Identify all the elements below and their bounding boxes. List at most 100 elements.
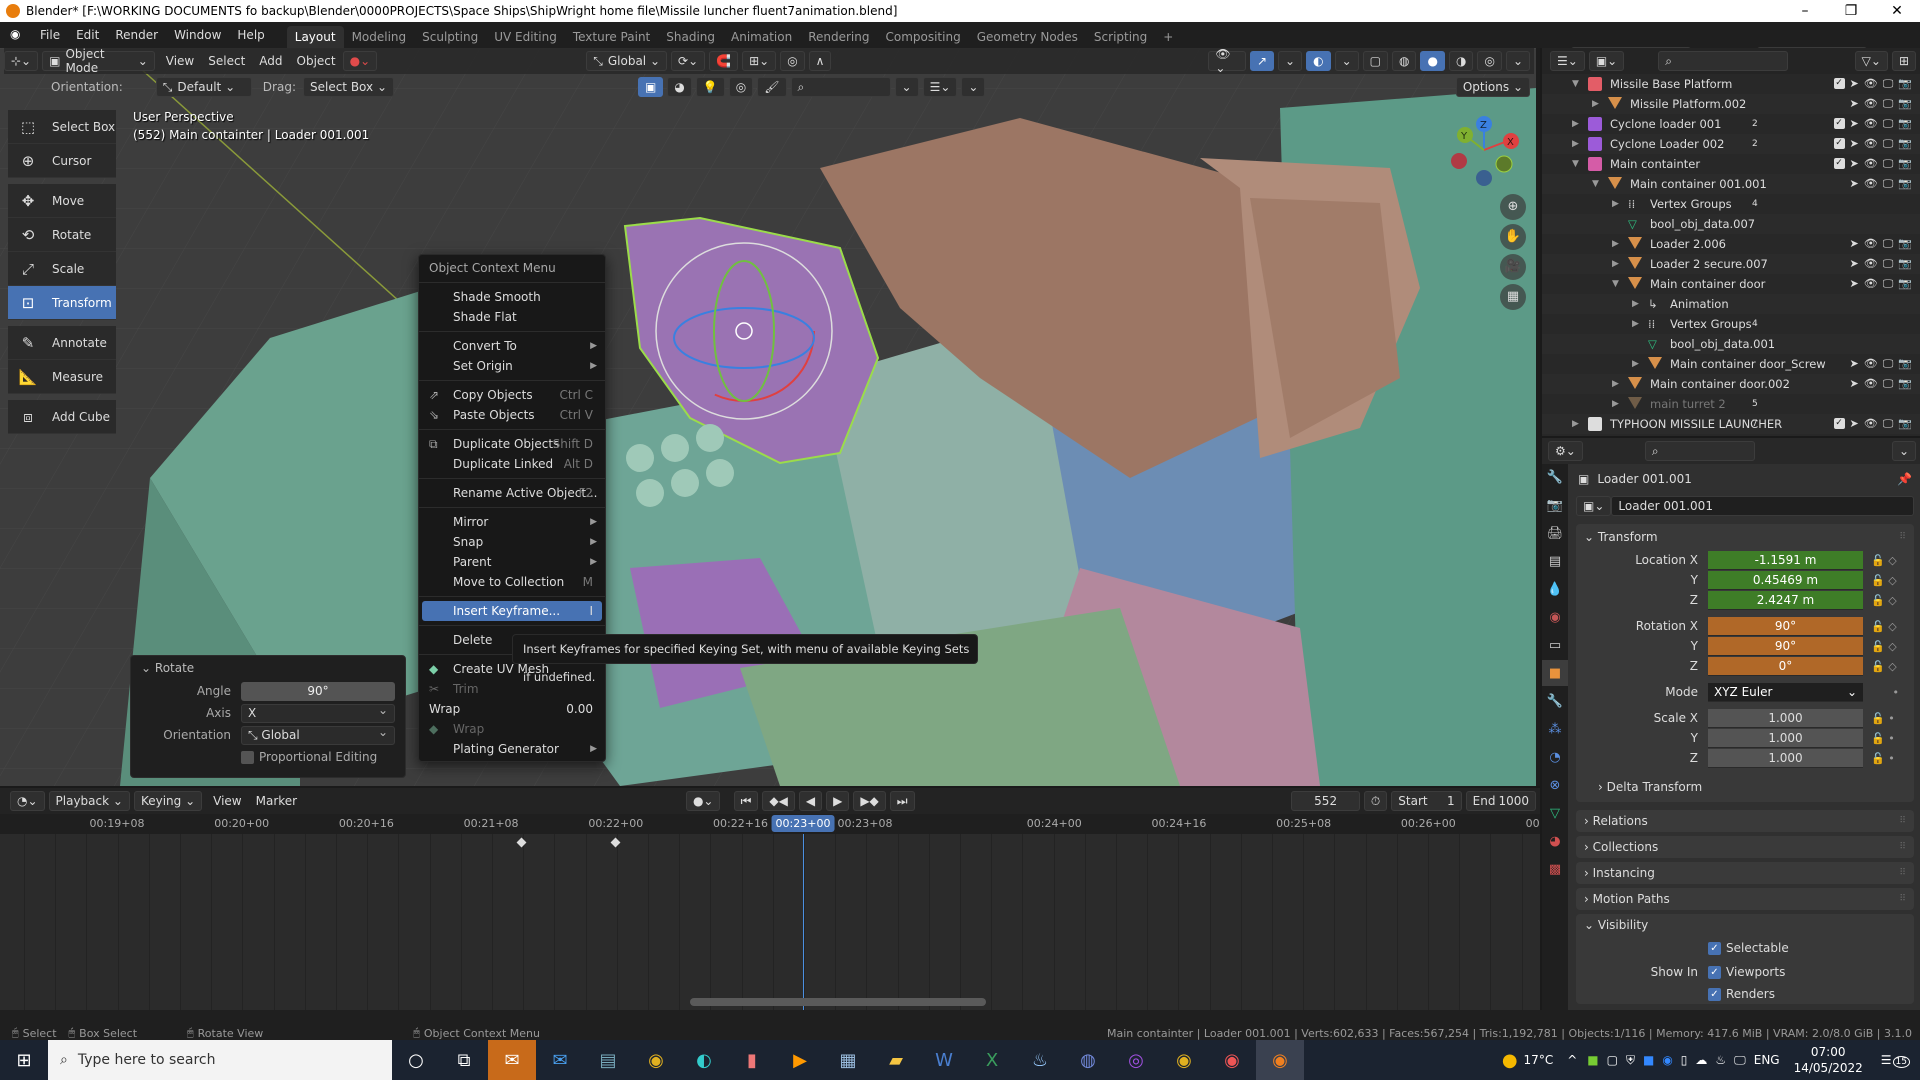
render-camera-icon[interactable]: 📷 [1898,274,1912,294]
menu-item-convert-to[interactable]: Convert To ▶ [419,336,605,356]
visibility-eye-icon[interactable]: 👁 [1864,154,1878,174]
selectable-toggle-icon[interactable]: ➤ [1850,374,1859,394]
overlay-toggle-icon[interactable]: ◐ [1306,51,1331,71]
animate-dot-icon[interactable]: • [1888,712,1895,725]
menu-item-mirror[interactable]: Mirror ▶ [419,512,605,532]
selectable-toggle-icon[interactable]: ➤ [1850,114,1859,134]
menu-item-copy-objects[interactable]: ⇗ Copy Objects Ctrl C [419,385,605,405]
marker-menu[interactable]: Marker [249,794,304,808]
keyframe-marker[interactable] [610,837,621,848]
auto-keying-toggle[interactable]: ●⌄ [685,791,721,811]
notifications-icon[interactable]: ☰ 15 [1881,1053,1910,1068]
options-button[interactable]: Options ⌄ [1455,77,1530,97]
perspective-grid-icon[interactable]: ▦ [1500,284,1526,310]
menu-item-parent[interactable]: Parent ▶ [419,552,605,572]
clock[interactable]: 07:00 14/05/2022 [1794,1044,1863,1076]
timeline-editor-type-icon[interactable]: ◔⌄ [10,791,45,811]
outliner-row[interactable]: ▼ Missile Base Platform ✓ ➤ 👁 🖵 📷 [1542,74,1920,94]
tab-tool-icon[interactable]: 🔧 [1542,464,1568,490]
selectable-toggle-icon[interactable]: ➤ [1850,274,1859,294]
location-y-field[interactable]: 0.45469 m [1708,570,1863,590]
tab-data-icon[interactable]: ▽ [1542,800,1568,826]
outlook-taskbar-icon[interactable]: ✉ [488,1040,536,1080]
tab-layout[interactable]: Layout [286,26,344,48]
tool-transform[interactable]: ⊡ Transform [8,286,116,320]
snap-target-icon[interactable]: ⊞⌄ [742,51,777,71]
child-count-badge[interactable]: 2 [1752,134,1758,154]
shading-solid-icon[interactable]: ● [1420,51,1445,71]
render-camera-icon[interactable]: 📷 [1898,74,1912,94]
viewports-checkbox[interactable]: ✓ Viewports [1708,960,1785,984]
word-icon[interactable]: W [920,1040,968,1080]
paint-app-icon[interactable]: ▮ [728,1040,776,1080]
play-reverse-button[interactable]: ◀ [798,791,823,811]
minimize-button[interactable]: – [1782,0,1828,22]
outliner-row[interactable]: ▶ Cyclone Loader 002 2 ✓ ➤ 👁 🖵 📷 [1542,134,1920,154]
tool-move[interactable]: ✥ Move [8,184,116,218]
outliner-row[interactable]: ▼ Main containter ✓ ➤ 👁 🖵 📷 [1542,154,1920,174]
lock-icon[interactable]: 🔓 [1871,574,1885,587]
outliner-row[interactable]: ▶ Loader 2.006 ➤ 👁 🖵 📷 [1542,234,1920,254]
instancing-panel[interactable]: › Instancing ⠿ [1576,862,1914,884]
selectable-toggle-icon[interactable]: ➤ [1850,74,1859,94]
pin-icon[interactable]: 📌 [1897,472,1912,486]
render-camera-icon[interactable]: 📷 [1898,134,1912,154]
jump-to-start-button[interactable]: ⏮ [733,791,759,811]
gizmo-menu-icon[interactable]: ⌄ [1278,51,1303,71]
outliner-row[interactable]: ▶ ⁞⁞ Vertex Groups 4 [1542,314,1920,334]
keying-menu[interactable]: Keying ⌄ [133,791,203,811]
media-player-icon[interactable]: ▶ [776,1040,824,1080]
rotation-z-field[interactable]: 0° [1708,656,1863,676]
timeline-scrollbar[interactable] [690,998,986,1006]
shading-wireframe-icon[interactable]: ◍ [1392,51,1417,71]
viewport-display-icon[interactable]: 🖵 [1883,414,1894,434]
visibility-selector-icon[interactable]: 👁⌄ [1208,47,1246,75]
outliner-row[interactable]: ▶ Missile Platform.002 ➤ 👁 🖵 📷 [1542,94,1920,114]
outliner-row[interactable]: ▼ Main container 001.001 ➤ 👁 🖵 📷 [1542,174,1920,194]
drag-grip-icon[interactable]: ⠿ [1899,862,1906,884]
expand-arrow-icon[interactable]: ▶ [1612,234,1619,254]
location-z-field[interactable]: 2.4247 m [1708,590,1863,610]
datablock-type-icon[interactable]: ▣⌄ [1576,496,1612,516]
outliner-row[interactable]: ▶ TYPHOON MISSILE LAUNCHER 7 ✓ ➤ 👁 🖵 📷 [1542,414,1920,434]
child-count-badge[interactable]: 7 [1752,414,1758,434]
selectable-toggle-icon[interactable]: ➤ [1850,154,1859,174]
filter-mesh-icon[interactable]: ◕ [667,77,692,97]
viewport-dropdown-a[interactable]: ⌄ [894,77,919,97]
menu-item-shade-smooth[interactable]: Shade Smooth [419,287,605,307]
outliner-row[interactable]: ▶ ⁞⁞ Vertex Groups 4 [1542,194,1920,214]
visibility-eye-icon[interactable]: 👁 [1864,414,1878,434]
add-workspace-button[interactable]: + [1155,26,1181,48]
selectable-toggle-icon[interactable]: ➤ [1850,94,1859,114]
filter-light-icon[interactable]: 💡 [695,77,725,97]
windows-start-icon[interactable]: ⊞ [0,1040,48,1080]
rotation-y-field[interactable]: 90° [1708,636,1863,656]
steam-tray-icon[interactable]: ♨ [1715,1053,1726,1067]
timeline[interactable]: 00:19+08 00:20+00 00:20+16 00:21+08 00:22+00… [0,814,1540,1010]
pan-hand-icon[interactable]: ✋ [1500,224,1526,250]
menu-item-paste-objects[interactable]: ⇘ Paste Objects Ctrl V [419,405,605,425]
tool-select-box[interactable]: ⬚ Select Box [8,110,116,144]
transform-orientation-selector[interactable]: ⤡ Global ⌄ [586,51,668,71]
proportional-edit-icon[interactable]: ◎ [780,51,805,71]
tab-scene-icon[interactable]: 💧 [1542,576,1568,602]
filter-brush-icon[interactable]: 🖌 [757,77,787,97]
render-camera-icon[interactable]: 📷 [1898,114,1912,134]
motion-paths-panel[interactable]: › Motion Paths ⠿ [1576,888,1914,910]
show-hidden-icons[interactable]: ^ [1567,1053,1577,1067]
tray-app-icon[interactable]: ▢ [1607,1053,1618,1067]
playhead[interactable] [803,834,804,1010]
shading-material-icon[interactable]: ◑ [1448,51,1474,71]
podcast-app-icon[interactable]: ◎ [1112,1040,1160,1080]
expand-arrow-icon[interactable]: ▶ [1632,314,1639,334]
rotation-mode-selector[interactable]: XYZ Euler ⌄ [1708,682,1863,702]
exclude-checkbox[interactable]: ✓ [1833,138,1845,149]
maximize-button[interactable]: ❐ [1828,0,1874,22]
render-camera-icon[interactable]: 📷 [1898,234,1912,254]
outlook-tray-icon[interactable]: ■ [1643,1053,1654,1067]
discord-icon[interactable]: ◍ [1064,1040,1112,1080]
expand-arrow-icon[interactable]: ▶ [1592,94,1599,114]
viewport-dropdown-b[interactable]: ⌄ [961,77,986,97]
tab-uv-editing[interactable]: UV Editing [486,26,565,48]
tab-material-icon[interactable]: ◕ [1542,828,1568,854]
